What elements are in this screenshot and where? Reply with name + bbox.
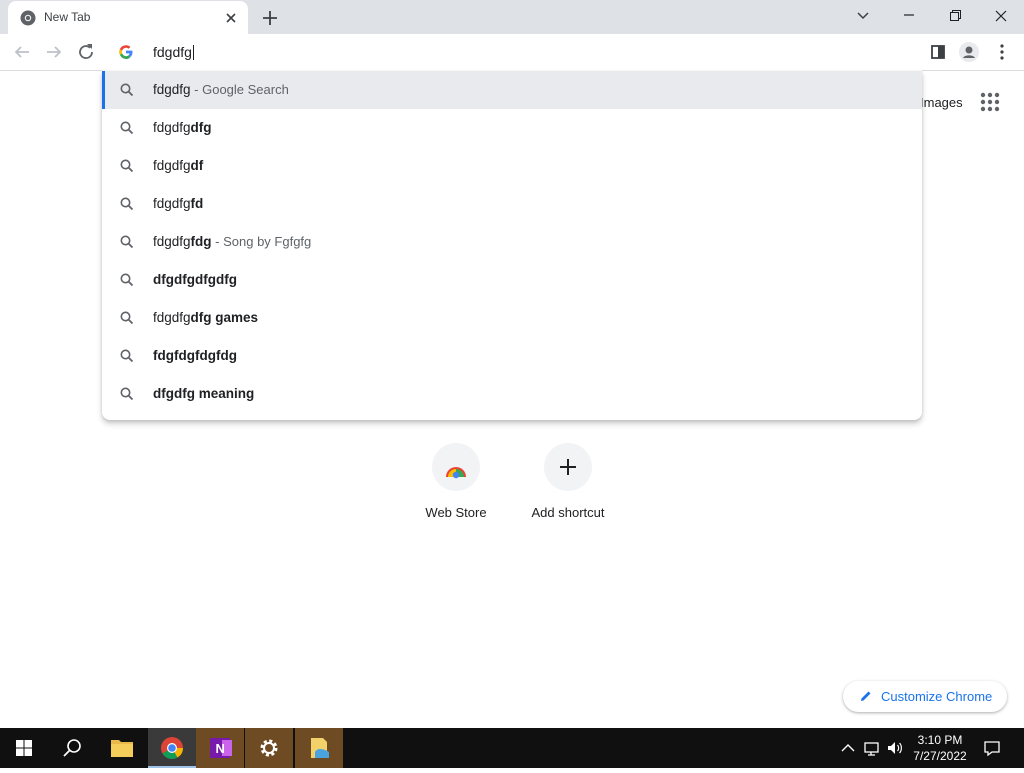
search-icon — [63, 739, 81, 757]
suggestion-text: fdgdfgdf — [153, 158, 204, 173]
menu-kebab-icon[interactable] — [990, 40, 1014, 64]
search-icon — [120, 121, 134, 135]
pencil-icon — [861, 691, 871, 701]
search-icon — [120, 197, 134, 211]
shortcut-label: Add shortcut — [531, 505, 605, 520]
windows-logo-icon — [16, 740, 32, 756]
suggestion-item[interactable]: dfgdfgdfgdfg — [102, 261, 922, 299]
search-icon — [120, 349, 134, 363]
suggestion-text: fdgdfgfd — [153, 196, 204, 211]
suggestion-item[interactable]: fdgdfgdfg games — [102, 299, 922, 337]
chrome-icon — [20, 10, 36, 26]
side-panel-icon[interactable] — [926, 40, 950, 64]
gear-icon — [260, 739, 278, 757]
tab-strip: New Tab — [0, 0, 1024, 34]
omnibox-input[interactable]: fdgdfg — [153, 44, 194, 60]
clock[interactable]: 3:10 PM 7/27/2022 — [905, 732, 975, 764]
tab-title: New Tab — [44, 10, 91, 24]
suggestion-text: fdgdfgdfg games — [153, 310, 259, 325]
start-button[interactable] — [0, 728, 48, 768]
google-apps-icon[interactable] — [978, 90, 1002, 114]
close-window-button[interactable] — [986, 4, 1016, 28]
suggestion-item[interactable]: fdgdfgfdg - Song by Fgfgfg — [102, 223, 922, 261]
search-icon — [120, 311, 134, 325]
customize-chrome-button[interactable]: Customize Chrome — [843, 681, 1007, 712]
taskbar-onenote[interactable]: N — [196, 728, 244, 768]
search-icon — [120, 273, 134, 287]
suggestion-item[interactable]: dfgdfg meaning — [102, 375, 922, 413]
svg-text:N: N — [216, 741, 225, 756]
tab-search-icon[interactable] — [848, 4, 878, 28]
web-store-icon — [446, 467, 466, 479]
clock-time: 3:10 PM — [917, 733, 963, 747]
omnibox[interactable]: fdgdfg — [102, 34, 922, 71]
search-icon — [120, 235, 134, 249]
google-g-icon — [119, 45, 133, 59]
taskbar-settings[interactable] — [245, 728, 293, 768]
shortcut-tile — [432, 443, 480, 491]
onenote-icon: N — [210, 738, 232, 758]
minimize-button[interactable] — [894, 4, 924, 28]
shortcut-tile — [544, 443, 592, 491]
suggestion-text: dfgdfgdfgdfg — [153, 272, 237, 287]
restore-button[interactable] — [940, 4, 970, 28]
clock-date: 7/27/2022 — [913, 749, 967, 763]
taskbar-file-explorer[interactable] — [98, 728, 146, 768]
suggestion-text: dfgdfg meaning — [153, 386, 255, 401]
profile-avatar-icon[interactable] — [957, 40, 981, 64]
suggestion-text: fdgfdgfdgfdg — [153, 348, 237, 363]
network-icon[interactable] — [862, 738, 882, 758]
chrome-icon — [161, 737, 183, 759]
shortcut-add[interactable]: Add shortcut — [512, 443, 624, 555]
taskbar-search-button[interactable] — [48, 728, 96, 768]
customize-label: Customize Chrome — [881, 689, 993, 704]
back-arrow-icon[interactable] — [10, 40, 34, 64]
plus-icon — [560, 459, 576, 475]
suggestion-item[interactable]: fdgdfg - Google Search — [102, 71, 922, 109]
suggestion-item[interactable]: fdgdfgfd — [102, 185, 922, 223]
volume-icon[interactable] — [885, 738, 905, 758]
taskbar-file-app[interactable] — [295, 728, 343, 768]
images-link[interactable]: Images — [920, 95, 963, 110]
suggestion-item[interactable]: fdgfdgfdgfdg — [102, 337, 922, 375]
close-tab-icon[interactable] — [222, 9, 240, 27]
suggestion-text: fdgdfgfdg - Song by Fgfgfg — [153, 234, 312, 249]
omnibox-suggestions: fdgdfg - Google Search fdgdfgdfg fdgdfgd… — [102, 71, 922, 420]
search-icon — [120, 83, 134, 97]
folder-icon — [111, 740, 133, 757]
taskbar-chrome[interactable] — [148, 728, 196, 768]
forward-arrow-icon[interactable] — [42, 40, 66, 64]
notification-icon[interactable] — [982, 738, 1002, 758]
chevron-up-icon[interactable] — [838, 738, 858, 758]
shortcut-label: Web Store — [425, 505, 487, 520]
search-icon — [120, 387, 134, 401]
document-icon — [311, 738, 329, 758]
tab-new-tab[interactable]: New Tab — [8, 1, 248, 34]
reload-icon[interactable] — [74, 40, 98, 64]
new-tab-button[interactable] — [258, 6, 282, 30]
suggestion-text: fdgdfg - Google Search — [153, 82, 289, 97]
suggestion-item[interactable]: fdgdfgdfg — [102, 109, 922, 147]
shortcut-web-store[interactable]: Web Store — [400, 443, 512, 555]
suggestion-text: fdgdfgdfg — [153, 120, 212, 135]
suggestion-item[interactable]: fdgdfgdf — [102, 147, 922, 185]
search-icon — [120, 159, 134, 173]
